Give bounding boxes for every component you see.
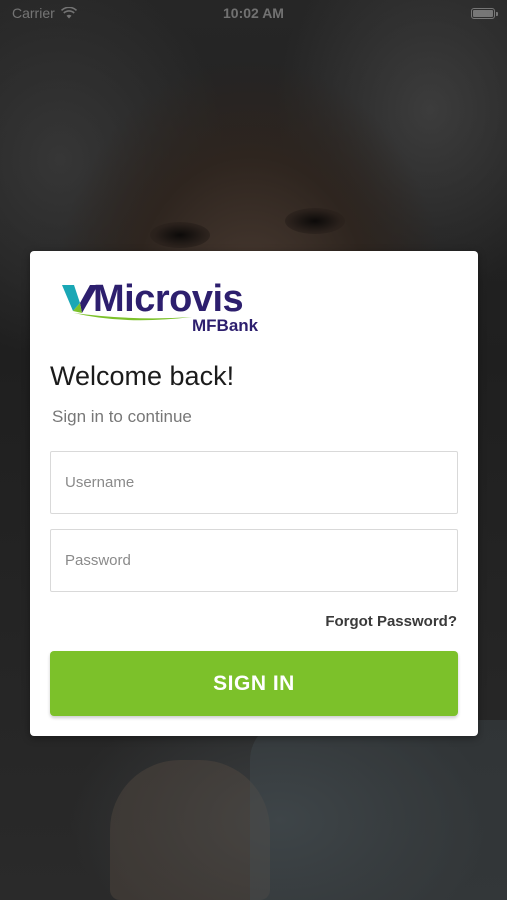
- password-field-container: [50, 529, 458, 592]
- logo-subname: MFBank: [192, 316, 259, 335]
- background-photo-detail: [285, 208, 345, 234]
- forgot-password-link[interactable]: Forgot Password?: [325, 613, 457, 630]
- background-photo-detail: [250, 720, 507, 900]
- login-card: Microvis MFBank Welcome back! Sign in to…: [30, 251, 478, 736]
- welcome-subtitle: Sign in to continue: [52, 407, 192, 426]
- sign-in-button[interactable]: SIGN IN: [50, 651, 458, 716]
- login-screen: Carrier 10:02 AM Microvis MFBank Welcome…: [0, 0, 507, 900]
- username-input[interactable]: [51, 452, 457, 513]
- username-field-container: [50, 451, 458, 514]
- password-input[interactable]: [51, 530, 457, 591]
- status-bar: Carrier 10:02 AM: [0, 0, 507, 26]
- battery-icon: [471, 7, 498, 19]
- status-time: 10:02 AM: [223, 5, 284, 21]
- background-photo-detail: [150, 222, 210, 248]
- bank-logo: Microvis MFBank: [60, 278, 265, 335]
- background-photo-detail: [110, 760, 270, 900]
- welcome-title: Welcome back!: [50, 361, 235, 391]
- logo-swoosh-icon: [74, 313, 192, 321]
